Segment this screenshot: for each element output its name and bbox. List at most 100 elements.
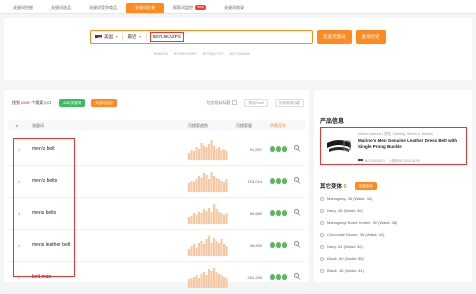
col-volume[interactable]: 月搜索量 bbox=[236, 123, 252, 129]
search-icon[interactable] bbox=[294, 145, 299, 150]
example-asin[interactable]: B07NQYYG7 bbox=[203, 52, 224, 56]
variants-title-label: 其它变体 bbox=[320, 184, 343, 190]
help-button[interactable]: 如何使用功能 bbox=[275, 99, 304, 107]
competition-dot bbox=[282, 242, 287, 248]
col-competition[interactable]: 供需竞争 bbox=[270, 123, 286, 129]
variant-radio-icon bbox=[320, 208, 324, 213]
competition-dot bbox=[282, 210, 287, 216]
example-asin[interactable]: B08MXN bbox=[154, 52, 168, 56]
query-history-button[interactable]: 查询历史 bbox=[355, 30, 386, 44]
tab-keyword-selection[interactable]: 关键词选品 bbox=[42, 3, 80, 13]
product-card[interactable]: Marino Avenue | 男性 Clothing, Shoes & Jew… bbox=[320, 127, 467, 165]
search-volume: 103,014 bbox=[247, 179, 262, 184]
chevron-down-icon: ▼ bbox=[115, 35, 119, 39]
variant-item[interactable]: Black, 60 (Waist: 58) bbox=[320, 256, 364, 261]
search-row: 美国 ▼ 最近 ▼ B07L9KAZFG 反查流量词 查询历史 bbox=[90, 30, 386, 44]
us-flag-icon bbox=[358, 158, 363, 163]
competition-dot bbox=[270, 242, 275, 248]
variant-label: Mahogany/ Burnt Umber, 40 (Waist: 38) bbox=[327, 220, 398, 225]
search-icon[interactable] bbox=[294, 241, 299, 246]
found-prefix: 找到 bbox=[12, 100, 20, 105]
tab-keyword-mining[interactable]: 关键词挖掘 bbox=[4, 3, 42, 13]
product-asin: B07L9KAZFG bbox=[365, 158, 385, 163]
trend-sparkline bbox=[188, 140, 228, 160]
competition-indicator bbox=[270, 242, 287, 248]
competition-indicator bbox=[270, 274, 287, 280]
top-tab-bar: 关键词挖掘 关键词选品 关键词竞争商品 关键词反查 搜索词监控 NEW 关键词收录 bbox=[0, 0, 476, 14]
batch-query-button[interactable]: 批量查询 bbox=[354, 182, 377, 190]
variant-radio-icon bbox=[320, 232, 324, 237]
keyword-highlight-box bbox=[13, 138, 75, 277]
competition-dot bbox=[276, 146, 281, 152]
competition-dot bbox=[282, 178, 287, 184]
competition-dot bbox=[270, 274, 275, 280]
variant-radio-icon bbox=[320, 220, 324, 225]
product-info-title: 产品信息 bbox=[320, 119, 345, 125]
variant-label: Navy, 48 (Waist: 46) bbox=[327, 208, 363, 213]
competition-indicator bbox=[270, 178, 287, 184]
export-excel-button[interactable]: 导出Excel bbox=[244, 99, 268, 107]
tab-reverse-asin[interactable]: 关键词反查 bbox=[126, 3, 164, 13]
chevron-down-icon: ▼ bbox=[138, 35, 142, 39]
product-listed-date: 上架时间: 2018-08-09 bbox=[388, 159, 420, 163]
variant-radio-icon bbox=[320, 256, 324, 261]
tab-search-monitor-label: 搜索词监控 bbox=[173, 5, 193, 10]
similar-title-label: 包含相似标题 bbox=[206, 100, 231, 105]
found-suffix: 个搜索入口 bbox=[31, 100, 52, 105]
example-asin[interactable]: B07B83TWPR bbox=[174, 52, 197, 56]
variant-item[interactable]: Navy, 48 (Waist: 46) bbox=[320, 208, 363, 213]
search-volume: 89,680 bbox=[249, 211, 262, 216]
asin-input[interactable]: B07L9KAZFG bbox=[149, 32, 184, 42]
trend-sparkline bbox=[188, 204, 228, 224]
col-keyword[interactable]: 流量词 bbox=[32, 123, 44, 129]
trend-sparkline bbox=[188, 172, 228, 192]
variant-item[interactable]: Mahogany, 36 (Waist: 34) bbox=[320, 196, 372, 201]
new-badge: NEW bbox=[195, 5, 206, 11]
search-icon[interactable] bbox=[294, 209, 299, 214]
variant-label: Black, 60 (Waist: 58) bbox=[327, 256, 364, 261]
variant-item[interactable]: Black, 46 (Waist: 44) bbox=[320, 268, 364, 273]
variant-label: Black, 46 (Waist: 44) bbox=[327, 268, 364, 273]
col-index: # bbox=[16, 123, 19, 128]
tab-keyword-index[interactable]: 关键词收录 bbox=[215, 3, 253, 13]
toolbar-right: 包含相似标题 导出Excel 如何使用功能 bbox=[206, 99, 304, 107]
variant-radio-icon bbox=[320, 268, 324, 273]
variants-title: 其它变体 6 bbox=[320, 182, 347, 190]
tab-search-monitor[interactable]: 搜索词监控 NEW bbox=[164, 3, 215, 13]
variants-count: 6 bbox=[343, 184, 347, 190]
competition-dot bbox=[282, 146, 287, 152]
period-select[interactable]: 最近 ▼ bbox=[123, 31, 145, 43]
product-meta: Marino Avenue | 男性 Clothing, Shoes & Jew… bbox=[358, 132, 433, 136]
variant-item[interactable]: Chocolate Brown, 36 (Waist: 34) bbox=[320, 232, 384, 237]
results-toolbar: 找到 203+ 个搜索入口 ADD关键词 关键词加到 包含相似标题 导出Exce… bbox=[12, 98, 304, 108]
similar-title-toggle[interactable]: 包含相似标题 bbox=[206, 100, 238, 106]
product-title[interactable]: Marino's Men Genuine Leather Dress Belt … bbox=[358, 138, 466, 150]
variant-radio-icon bbox=[320, 196, 324, 201]
example-asin[interactable]: B07L9NW9JI bbox=[230, 52, 251, 56]
competition-dot bbox=[276, 274, 281, 280]
country-label: 美国 bbox=[104, 34, 113, 39]
col-trend: 月搜索趋势 bbox=[188, 123, 208, 128]
competition-indicator bbox=[270, 146, 287, 152]
search-icon[interactable] bbox=[294, 177, 299, 182]
search-volume: 46,833 bbox=[249, 243, 262, 248]
add-keyword-button[interactable]: ADD关键词 bbox=[59, 99, 86, 107]
checkbox[interactable] bbox=[232, 100, 238, 106]
variant-item[interactable]: Mahogany/ Burnt Umber, 40 (Waist: 38) bbox=[320, 220, 397, 225]
add-to-library-button[interactable]: 关键词加到 bbox=[91, 99, 117, 107]
competition-dot bbox=[270, 210, 275, 216]
found-count: 203+ bbox=[21, 100, 31, 105]
search-volume: 281,245 bbox=[247, 275, 262, 280]
variant-item[interactable]: Navy, 54 (Waist: 52) bbox=[320, 244, 363, 249]
reverse-lookup-button[interactable]: 反查流量词 bbox=[317, 30, 352, 44]
trend-sparkline bbox=[188, 268, 228, 288]
search-icon[interactable] bbox=[294, 273, 299, 278]
country-select[interactable]: 美国 ▼ bbox=[91, 31, 122, 43]
product-image bbox=[324, 131, 354, 161]
search-volume: 91,537 bbox=[249, 147, 262, 152]
tab-keyword-competitors[interactable]: 关键词竞争商品 bbox=[80, 3, 126, 13]
variant-label: Chocolate Brown, 36 (Waist: 34) bbox=[327, 232, 385, 237]
variant-label: Mahogany, 36 (Waist: 34) bbox=[327, 196, 373, 201]
product-footer: B07L9KAZFG 上架时间: 2018-08-09 bbox=[358, 158, 420, 163]
competition-dot bbox=[276, 178, 281, 184]
